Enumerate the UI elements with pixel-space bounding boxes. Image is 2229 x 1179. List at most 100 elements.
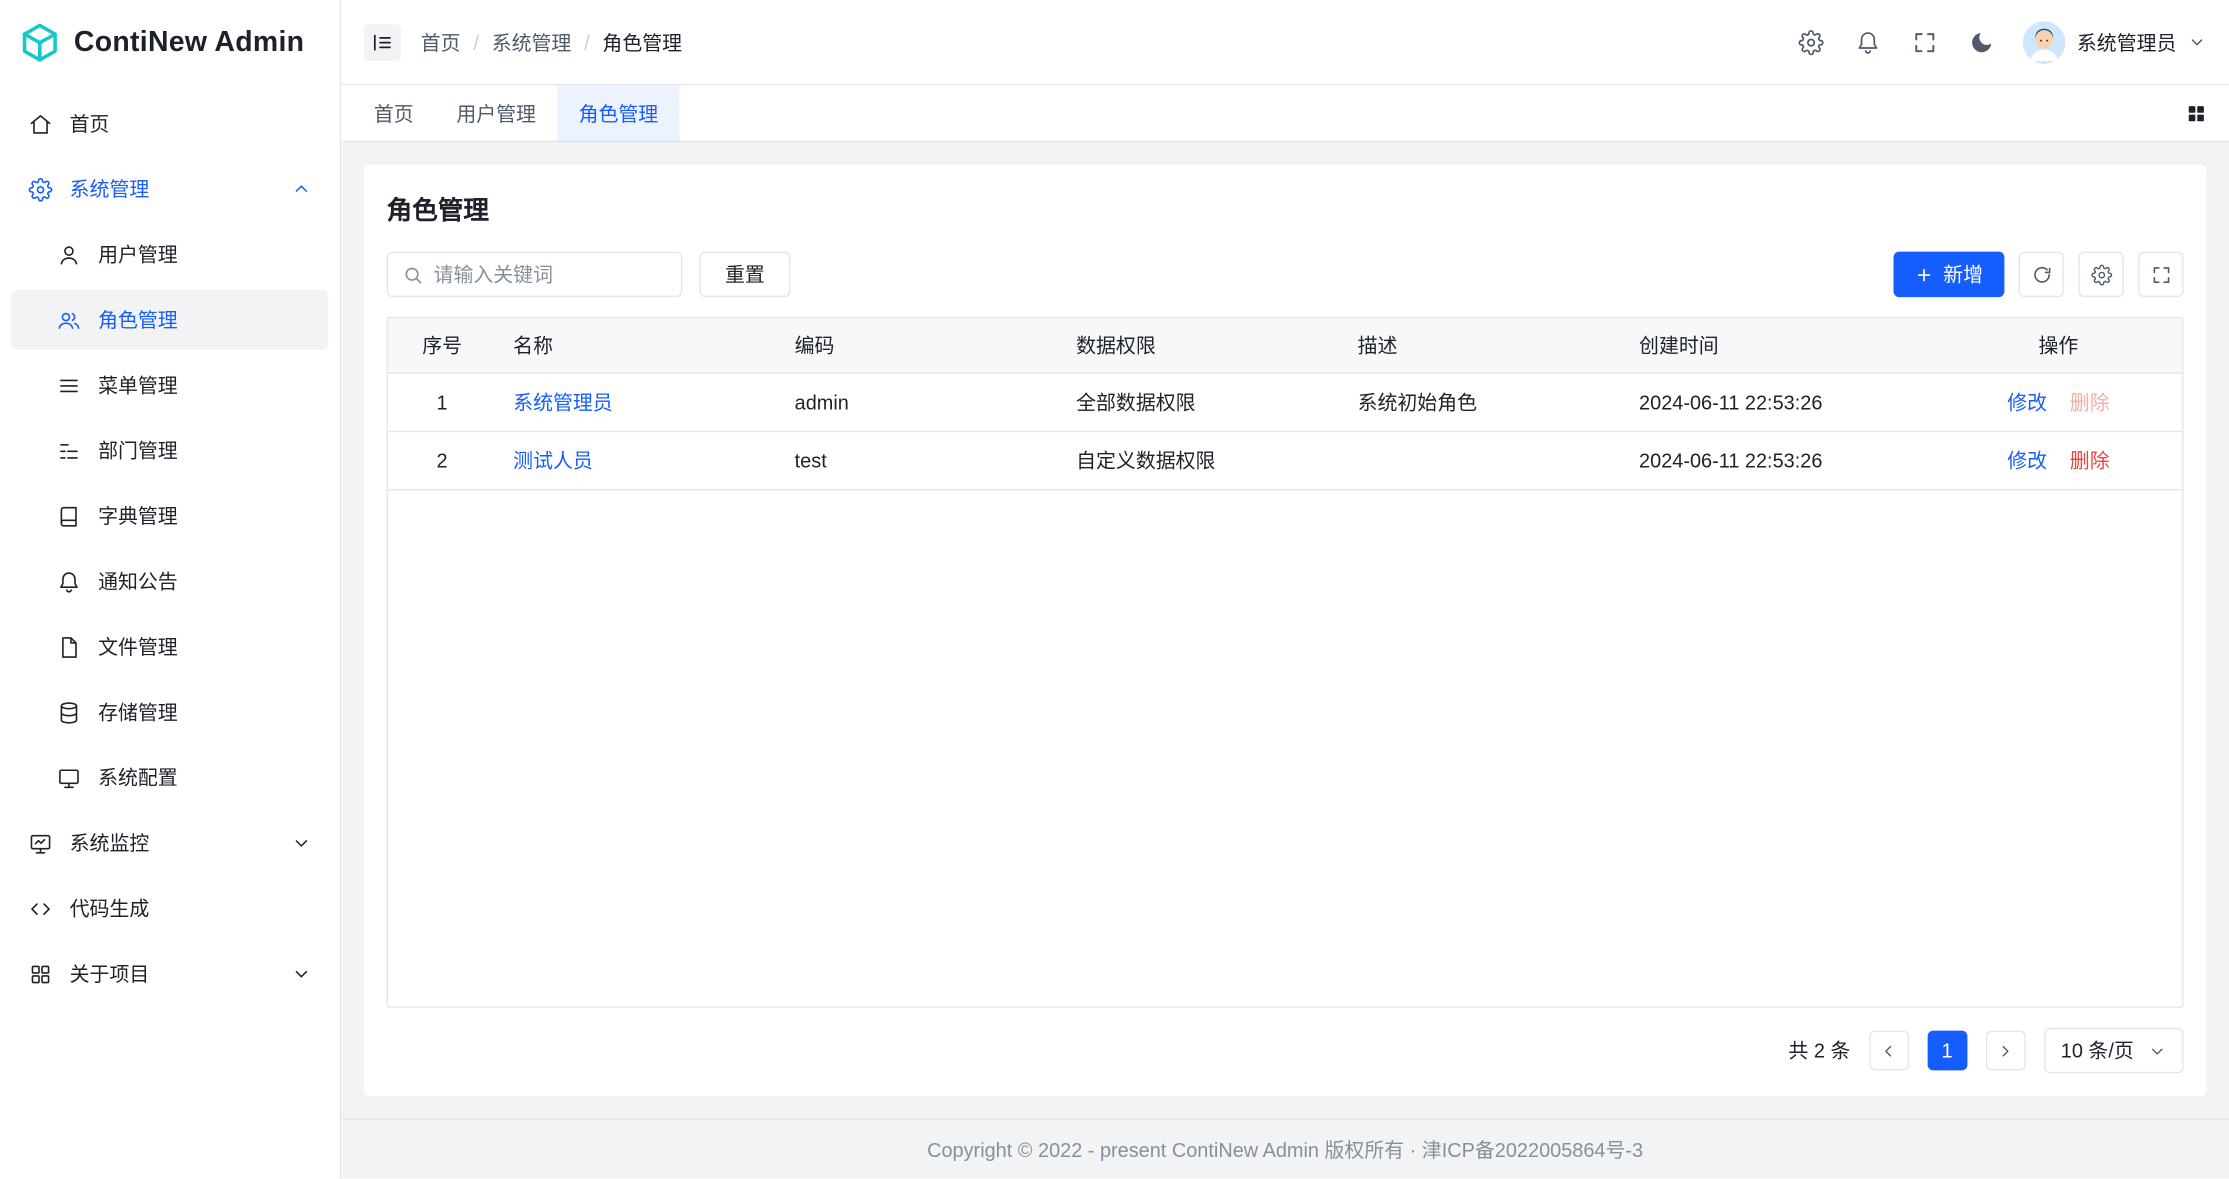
- table-fullscreen-button[interactable]: [2138, 252, 2183, 297]
- header-actions: 系统管理员: [1787, 18, 2206, 66]
- edit-action[interactable]: 修改: [2007, 446, 2047, 474]
- avatar-image: [2023, 21, 2066, 64]
- app-window: ContiNew Admin 首页 系统管理 用户管理: [0, 0, 2229, 1178]
- column-header-description: 描述: [1341, 318, 1622, 372]
- monitor-icon: [57, 766, 81, 790]
- breadcrumb-separator: /: [473, 31, 479, 54]
- sidebar-item-code-generation[interactable]: 代码生成: [11, 879, 328, 939]
- cell-created-at: 2024-06-11 22:53:26: [1622, 431, 1935, 489]
- row-actions: 修改 删除: [1952, 387, 2165, 415]
- delete-action[interactable]: 删除: [2070, 446, 2110, 474]
- sidebar-item-label: 角色管理: [98, 306, 178, 334]
- cell-created-at: 2024-06-11 22:53:26: [1622, 372, 1935, 430]
- chevron-down-icon: [2148, 1041, 2166, 1059]
- fullscreen-icon: [1912, 29, 1938, 55]
- sidebar-item-label: 文件管理: [98, 633, 178, 661]
- logo-icon: [18, 21, 61, 64]
- sidebar-item-menu-management[interactable]: 菜单管理: [11, 355, 328, 415]
- tab-user-management[interactable]: 用户管理: [435, 85, 557, 142]
- main-column: 首页 / 系统管理 / 角色管理: [341, 0, 2229, 1178]
- role-name-link[interactable]: 测试人员: [513, 449, 593, 472]
- column-header-actions: 操作: [1935, 318, 2182, 372]
- search-box: [387, 252, 683, 297]
- sidebar-item-dict-management[interactable]: 字典管理: [11, 486, 328, 546]
- moon-icon: [1969, 29, 1995, 55]
- dashboard-icon: [28, 831, 52, 855]
- theme-toggle-button[interactable]: [1957, 18, 2005, 66]
- bell-icon: [57, 569, 81, 593]
- copyright-text: Copyright © 2022 - present ContiNew Admi…: [927, 1135, 1643, 1163]
- sidebar-item-user-management[interactable]: 用户管理: [11, 225, 328, 285]
- sidebar-item-role-management[interactable]: 角色管理: [11, 290, 328, 350]
- search-input[interactable]: [434, 263, 667, 286]
- sidebar-item-notice[interactable]: 通知公告: [11, 552, 328, 612]
- sidebar-item-dept-management[interactable]: 部门管理: [11, 421, 328, 481]
- cell-code: test: [778, 431, 1059, 489]
- chevron-down-icon: [291, 833, 311, 853]
- column-header-created-at: 创建时间: [1622, 318, 1935, 372]
- column-header-name: 名称: [496, 318, 777, 372]
- book-icon: [57, 504, 81, 528]
- column-settings-button[interactable]: [2078, 252, 2123, 297]
- file-icon: [57, 635, 81, 659]
- database-icon: [57, 700, 81, 724]
- toolbar-actions: 新增: [1894, 252, 2184, 297]
- sidebar-item-label: 代码生成: [70, 894, 150, 922]
- breadcrumb: 首页 / 系统管理 / 角色管理: [421, 28, 682, 56]
- sidebar-item-label: 系统配置: [98, 763, 178, 791]
- role-name-link[interactable]: 系统管理员: [513, 390, 613, 413]
- app-logo[interactable]: ContiNew Admin: [0, 0, 340, 85]
- sidebar-item-storage-management[interactable]: 存储管理: [11, 682, 328, 742]
- tab-home[interactable]: 首页: [353, 85, 435, 142]
- add-button-label: 新增: [1943, 260, 1983, 288]
- cell-no: 2: [388, 431, 496, 489]
- user-icon: [57, 242, 81, 266]
- prev-page-button[interactable]: [1869, 1031, 1909, 1071]
- page-size-select[interactable]: 10 条/页: [2044, 1028, 2184, 1073]
- cell-data-scope: 全部数据权限: [1059, 372, 1340, 430]
- cell-code: admin: [778, 372, 1059, 430]
- sidebar-collapse-button[interactable]: [364, 23, 401, 60]
- settings-button[interactable]: [1787, 18, 1835, 66]
- column-header-code: 编码: [778, 318, 1059, 372]
- fullscreen-button[interactable]: [1901, 18, 1949, 66]
- chevron-left-icon: [1880, 1041, 1898, 1059]
- sidebar-item-system-management[interactable]: 系统管理: [11, 159, 328, 219]
- sidebar-item-label: 存储管理: [98, 698, 178, 726]
- breadcrumb-item-home[interactable]: 首页: [421, 28, 461, 56]
- sidebar-item-about-project[interactable]: 关于项目: [11, 944, 328, 1004]
- column-header-data-scope: 数据权限: [1059, 318, 1340, 372]
- sidebar-item-label: 部门管理: [98, 436, 178, 464]
- tab-list-button[interactable]: [2175, 92, 2218, 135]
- user-menu[interactable]: 系统管理员: [2023, 21, 2206, 64]
- refresh-button[interactable]: [2019, 252, 2064, 297]
- add-button[interactable]: 新增: [1894, 252, 2005, 297]
- edit-action[interactable]: 修改: [2007, 387, 2047, 415]
- menu-fold-icon: [371, 31, 394, 54]
- pagination: 共 2 条 1 10 条/页: [387, 1028, 2184, 1073]
- delete-action-disabled[interactable]: 删除: [2070, 387, 2110, 415]
- page-number-current[interactable]: 1: [1927, 1031, 1967, 1071]
- sidebar-item-label: 关于项目: [70, 960, 150, 988]
- tab-bar: 首页 用户管理 角色管理: [341, 85, 2229, 142]
- chevron-down-icon: [2188, 33, 2206, 51]
- sidebar-item-system-monitor[interactable]: 系统监控: [11, 813, 328, 873]
- fullscreen-icon: [2150, 264, 2171, 285]
- sidebar-item-label: 通知公告: [98, 567, 178, 595]
- gear-icon: [28, 177, 52, 201]
- breadcrumb-item-system[interactable]: 系统管理: [492, 28, 572, 56]
- cell-no: 1: [388, 372, 496, 430]
- reset-button[interactable]: 重置: [699, 252, 790, 297]
- breadcrumb-item-role: 角色管理: [602, 28, 682, 56]
- search-icon: [402, 264, 423, 285]
- next-page-button[interactable]: [1985, 1031, 2025, 1071]
- table-header-row: 序号 名称 编码 数据权限 描述 创建时间 操作: [388, 318, 2182, 372]
- sidebar-item-file-management[interactable]: 文件管理: [11, 617, 328, 677]
- notifications-button[interactable]: [1844, 18, 1892, 66]
- sidebar: ContiNew Admin 首页 系统管理 用户管理: [0, 0, 341, 1178]
- cell-description: 系统初始角色: [1341, 372, 1622, 430]
- tab-role-management[interactable]: 角色管理: [557, 85, 679, 142]
- sidebar-item-system-config[interactable]: 系统配置: [11, 748, 328, 808]
- sidebar-item-home[interactable]: 首页: [11, 94, 328, 154]
- cell-data-scope: 自定义数据权限: [1059, 431, 1340, 489]
